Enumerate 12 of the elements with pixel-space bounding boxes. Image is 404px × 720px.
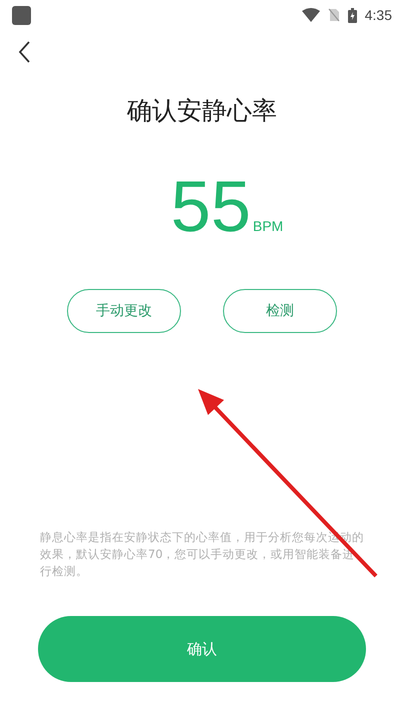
heart-rate-value: 55 [170, 171, 251, 243]
heart-rate-unit: BPM [252, 218, 284, 234]
notification-icon [12, 6, 31, 24]
status-time: 4:35 [364, 7, 392, 23]
outline-button[interactable]: 手动更改 [67, 289, 181, 333]
battery-icon [348, 8, 357, 22]
outline-button[interactable]: 检测 [223, 289, 337, 333]
back-icon[interactable] [17, 40, 31, 64]
no-sim-icon [328, 8, 340, 22]
wifi-icon [302, 8, 320, 22]
page-title: 确认安静心率 [126, 95, 278, 127]
confirm-button[interactable]: 确认 [38, 616, 366, 682]
